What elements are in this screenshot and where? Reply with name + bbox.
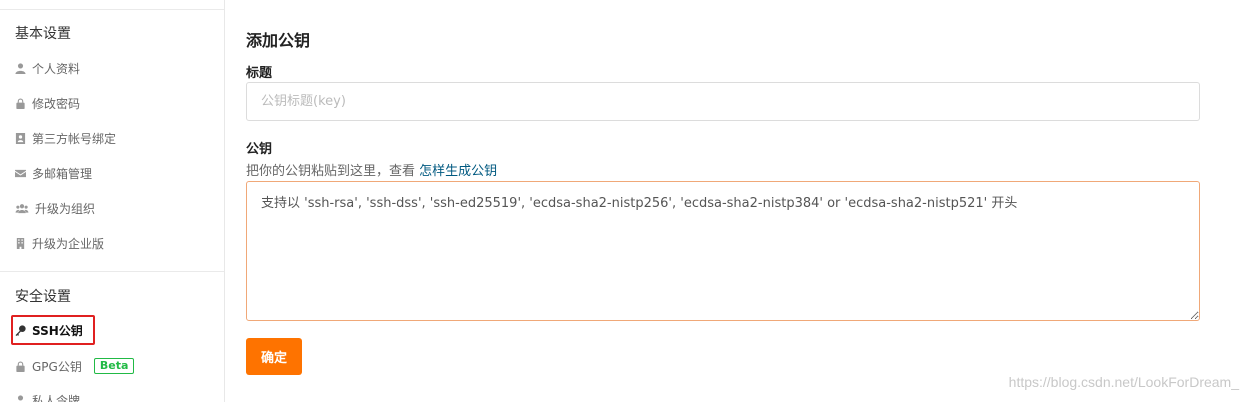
- users-icon: [15, 203, 29, 214]
- page-title: 添加公钥: [246, 31, 311, 50]
- public-key-textarea[interactable]: [246, 181, 1200, 321]
- sidebar-item-label: 个人资料: [32, 61, 81, 76]
- sidebar-item-upgrade-enterprise[interactable]: 升级为企业版: [15, 233, 104, 253]
- confirm-button[interactable]: 确定: [246, 338, 302, 375]
- security-settings-title: 安全设置: [15, 289, 71, 305]
- beta-badge: Beta: [93, 358, 135, 374]
- sidebar-item-profile[interactable]: 个人资料: [15, 58, 80, 78]
- watermark: https://blog.csdn.net/LookForDream_: [1008, 374, 1239, 390]
- key-field-label: 公钥: [246, 142, 273, 157]
- building-icon: [15, 237, 26, 249]
- user-icon: [15, 394, 26, 402]
- sidebar-item-third-party-accounts[interactable]: 第三方帐号绑定: [15, 128, 116, 148]
- lock-icon: [15, 97, 26, 109]
- user-icon: [15, 62, 26, 74]
- sidebar-item-upgrade-organization[interactable]: 升级为组织: [15, 198, 95, 218]
- lock-icon: [15, 360, 26, 372]
- key-icon: [15, 324, 26, 336]
- sidebar-item-ssh-keys[interactable]: SSH公钥: [15, 320, 83, 340]
- sidebar-item-label: 私人令牌: [32, 393, 81, 402]
- key-title-input[interactable]: [246, 82, 1200, 121]
- sidebar-item-gpg-keys[interactable]: GPG公钥 Beta: [15, 356, 135, 376]
- sidebar-item-change-password[interactable]: 修改密码: [15, 93, 80, 113]
- key-hint-text: 把你的公钥粘贴到这里，查看: [246, 164, 420, 179]
- sidebar-item-label: 升级为企业版: [32, 236, 105, 251]
- key-field-hint: 把你的公钥粘贴到这里，查看 怎样生成公钥: [246, 160, 497, 179]
- basic-settings-title: 基本设置: [15, 26, 71, 42]
- page: 基本设置 个人资料 修改密码 第三方帐号绑定 多邮箱管理 升级为组织 升级为企业…: [0, 0, 1249, 402]
- envelope-icon: [15, 168, 26, 179]
- sidebar-item-label: 第三方帐号绑定: [32, 131, 117, 146]
- account-card-icon: [15, 132, 26, 144]
- settings-sidebar: 基本设置 个人资料 修改密码 第三方帐号绑定 多邮箱管理 升级为组织 升级为企业…: [0, 0, 225, 402]
- how-to-generate-key-link[interactable]: 怎样生成公钥: [419, 164, 497, 179]
- sidebar-item-label: GPG公钥: [32, 359, 82, 374]
- sidebar-item-label: SSH公钥: [32, 323, 83, 338]
- sidebar-item-label: 多邮箱管理: [32, 166, 93, 181]
- sidebar-divider: [0, 271, 224, 272]
- title-field-label: 标题: [246, 66, 273, 81]
- sidebar-item-label: 修改密码: [32, 96, 81, 111]
- sidebar-item-private-tokens[interactable]: 私人令牌: [15, 390, 80, 402]
- sidebar-top-divider: [0, 9, 224, 10]
- sidebar-item-label: 升级为组织: [35, 201, 96, 216]
- sidebar-item-email-management[interactable]: 多邮箱管理: [15, 163, 92, 183]
- add-ssh-key-form: 添加公钥 标题 公钥 把你的公钥粘贴到这里，查看 怎样生成公钥 确定: [246, 0, 1206, 402]
